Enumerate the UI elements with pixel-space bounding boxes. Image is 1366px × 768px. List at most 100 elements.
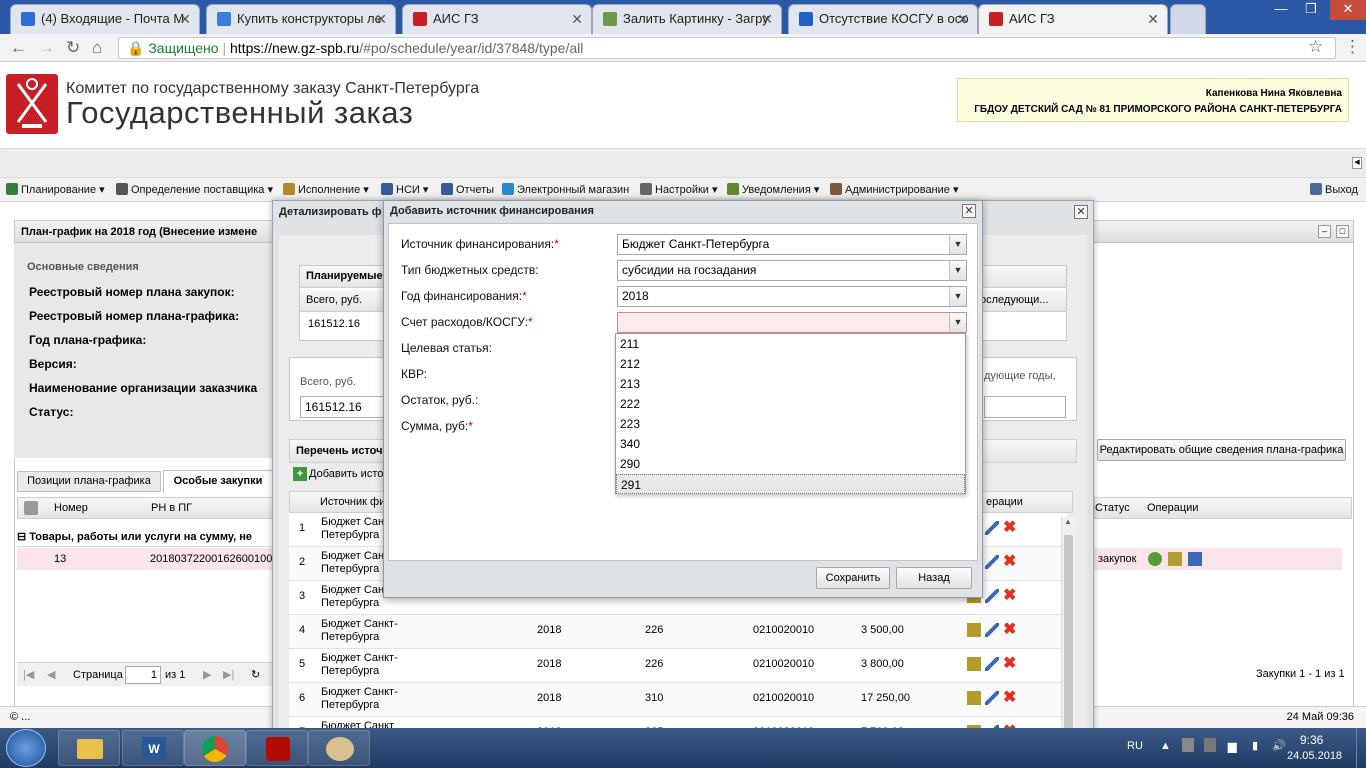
edit-pencil-icon[interactable] [985,588,999,603]
close-tab-icon[interactable]: ✕ [957,5,969,33]
bar-chart-icon[interactable] [1188,552,1202,566]
new-tab-button[interactable] [1170,4,1206,34]
edit-pencil-icon[interactable] [985,520,999,535]
edit-chart-icon[interactable] [1168,552,1182,566]
scroll-up-icon[interactable]: ▲ [1064,517,1072,526]
edit-pencil-icon[interactable] [985,690,999,705]
browser-menu-icon[interactable]: ⋮ [1344,37,1361,57]
delete-icon[interactable]: ✖ [1003,621,1016,637]
close-tab-icon[interactable]: ✕ [761,5,773,33]
menu-item-nsi[interactable]: НСИ ▾ [381,183,428,196]
acrobat-taskbar-icon[interactable] [246,730,308,766]
kosgu-option[interactable]: 223 [616,414,965,434]
minimize-panel-icon[interactable]: – [1318,225,1331,238]
kosgu-select[interactable]: ▼ [617,312,967,333]
page-input[interactable]: 1 [125,666,161,684]
browser-tab[interactable]: (4) Входящие - Почта М ✕ [10,4,200,34]
kosgu-option[interactable]: 340 [616,434,965,454]
start-button[interactable] [6,729,46,767]
delete-icon[interactable]: ✖ [1003,587,1016,603]
browser-tab[interactable]: Купить конструкторы ле ✕ [206,4,396,34]
chevron-down-icon[interactable]: ▼ [949,261,966,280]
maximize-panel-icon[interactable]: □ [1336,225,1349,238]
clock-time[interactable]: 9:36 [1300,733,1323,747]
close-icon[interactable]: ✕ [1074,205,1088,219]
word-taskbar-icon[interactable]: W [122,730,184,766]
logout-button[interactable]: Выход [1310,183,1358,196]
menu-item-planning[interactable]: Планирование ▾ [6,183,105,196]
next-years-field[interactable] [984,396,1066,418]
filter-icon[interactable] [24,501,38,515]
menu-item-execution[interactable]: Исполнение ▾ [283,183,369,196]
details-icon[interactable] [967,656,981,671]
kosgu-option[interactable]: 290 [616,454,965,474]
paint-taskbar-icon[interactable] [308,730,370,766]
details-icon[interactable] [967,690,981,705]
forward-icon[interactable]: → [38,38,55,58]
minimize-icon[interactable]: — [1266,0,1296,20]
table-row-right[interactable]: закупок [1094,548,1342,570]
grid-scrollbar[interactable]: ▲ [1061,517,1075,739]
delete-icon[interactable]: ✖ [1003,553,1016,569]
close-tab-icon[interactable]: ✕ [1147,5,1159,33]
signal-icon[interactable]: ▆ [1228,740,1236,753]
delete-icon[interactable]: ✖ [1003,689,1016,705]
browser-tab[interactable]: АИС ГЗ ✕ [978,4,1168,34]
edit-pencil-icon[interactable] [985,554,999,569]
reload-icon[interactable]: ↻ [66,38,80,58]
scroll-thumb[interactable] [1064,535,1073,735]
refresh-icon[interactable]: ↻ [251,663,260,687]
delete-icon[interactable]: ✖ [1003,655,1016,671]
year-select[interactable]: 2018 ▼ [617,286,967,307]
back-icon[interactable]: ← [10,38,27,58]
edit-plan-general-info-button[interactable]: Редактировать общие сведения плана-графи… [1097,439,1346,461]
url-field[interactable]: 🔒 Защищено | https://new.gz-spb.ru/#po/s… [118,37,1336,59]
details-icon[interactable] [967,622,981,637]
budget-type-select[interactable]: субсидии на госзадания ▼ [617,260,967,281]
browser-tab[interactable]: АИС ГЗ ✕ [402,4,592,34]
group-row[interactable]: ⊟ Товары, работы или услуги на сумму, не [17,527,273,547]
delete-icon[interactable]: ✖ [1003,519,1016,535]
next-page-icon[interactable]: ▶ [203,663,211,687]
chevron-down-icon[interactable]: ▼ [949,287,966,306]
column-header-source[interactable]: Источник фи [320,492,385,512]
tab-plan-positions[interactable]: Позиции плана-графика [17,471,161,492]
menu-item-eshop[interactable]: Электронный магазин [502,183,629,196]
flag-icon[interactable] [1182,738,1194,752]
battery-icon[interactable]: ▮ [1252,739,1258,752]
clock-date[interactable]: 24.05.2018 [1287,750,1342,762]
back-button[interactable]: Назад [896,567,972,589]
explorer-taskbar-icon[interactable] [58,730,120,766]
first-page-icon[interactable]: |◀ [23,663,34,687]
kosgu-option[interactable]: 211 [616,334,965,354]
save-button[interactable]: Сохранить [816,567,890,589]
menu-item-reports[interactable]: Отчеты [441,183,494,196]
column-header-operations[interactable]: ерации [986,492,1023,512]
add-source-button[interactable]: + Добавить исто [293,467,383,481]
menu-item-settings[interactable]: Настройки ▾ [640,183,718,196]
collapse-group-icon[interactable]: ⊟ [17,531,29,543]
kosgu-option[interactable]: 213 [616,374,965,394]
edit-pencil-icon[interactable] [985,622,999,637]
collapse-header-icon[interactable]: ◀ [1352,157,1362,169]
close-tab-icon[interactable]: ✕ [179,5,191,33]
close-window-icon[interactable]: ✕ [1330,0,1366,20]
edit-pencil-icon[interactable] [985,656,999,671]
column-header-number[interactable]: Номер [54,498,88,518]
kosgu-option[interactable]: 212 [616,354,965,374]
last-page-icon[interactable]: ▶| [223,663,234,687]
menu-item-supplier[interactable]: Определение поставщика ▾ [116,183,273,196]
home-icon[interactable]: ⌂ [92,38,102,58]
settings-gear-icon[interactable] [1148,552,1162,566]
source-select[interactable]: Бюджет Санкт-Петербурга ▼ [617,234,967,255]
browser-tab[interactable]: Отсутствие КОСГУ в осо ✕ [788,4,978,34]
browser-tab[interactable]: Залить Картинку - Загру ✕ [592,4,782,34]
kosgu-option[interactable]: 222 [616,394,965,414]
menu-item-admin[interactable]: Администрирование ▾ [830,183,958,196]
show-desktop-button[interactable] [1356,728,1366,768]
table-row[interactable]: 13 20180372200162600100 [17,548,273,570]
chrome-taskbar-icon[interactable] [184,730,246,766]
close-icon[interactable]: ✕ [962,204,976,218]
maximize-icon[interactable]: ❐ [1296,0,1326,20]
total-field[interactable]: 161512.16 [300,396,390,418]
